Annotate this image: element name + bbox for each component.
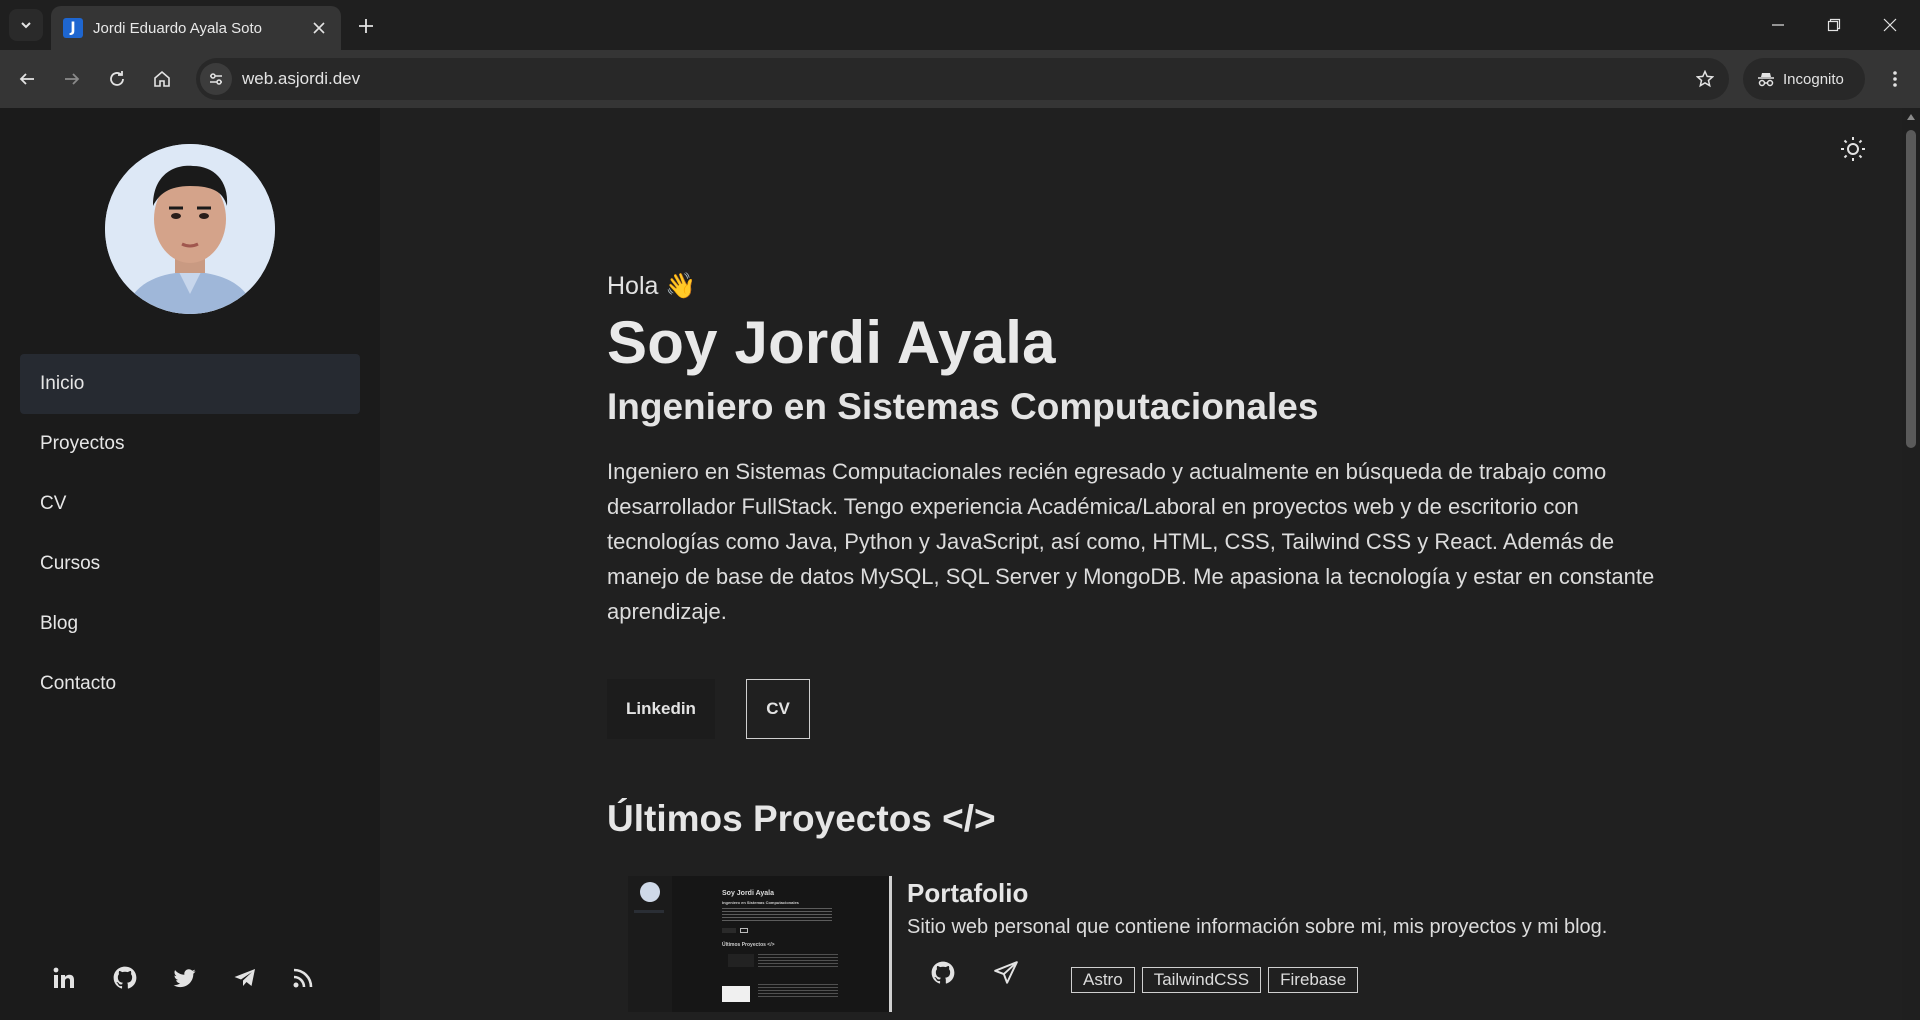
thumbnail-section-title: Últimos Proyectos </> [722, 942, 775, 948]
browser-tab-strip: J Jordi Eduardo Ayala Soto [0, 0, 1920, 50]
social-links [52, 960, 352, 996]
restore-button[interactable] [1806, 0, 1862, 50]
rss-icon [293, 968, 313, 988]
send-icon [994, 961, 1018, 984]
page-scrollbar[interactable] [1902, 108, 1920, 1020]
tab-search-button[interactable] [9, 9, 43, 41]
browser-menu-button[interactable] [1878, 62, 1912, 96]
sidebar-item-cursos[interactable]: Cursos [20, 534, 360, 594]
cv-button[interactable]: CV [746, 679, 810, 739]
sidebar-item-label: Proyectos [40, 433, 125, 454]
thumbnail-name: Soy Jordi Ayala [722, 890, 775, 897]
reload-icon [110, 71, 124, 86]
minimize-button[interactable] [1750, 0, 1806, 50]
chevron-down-icon [21, 22, 31, 29]
greeting: Hola 👋 [607, 272, 697, 300]
home-icon [154, 70, 170, 87]
close-window-button[interactable] [1862, 0, 1918, 50]
sidebar-item-inicio[interactable]: Inicio [20, 354, 360, 414]
linkedin-link[interactable] [52, 960, 112, 996]
intro-paragraph: Ingeniero en Sistemas Computacionales re… [607, 459, 1655, 624]
sidebar-item-label: Cursos [40, 553, 101, 574]
tab-close-button[interactable] [309, 18, 329, 38]
telegram-link[interactable] [232, 960, 292, 996]
scroll-up-icon[interactable] [1907, 114, 1915, 120]
site-favicon-icon: J [63, 18, 83, 38]
project-thumbnail[interactable]: Soy Jordi Ayala Ingeniero en Sistemas Co… [628, 876, 892, 1012]
reload-button[interactable] [100, 62, 134, 96]
project-title[interactable]: Portafolio [907, 878, 1028, 909]
sidebar-item-label: Inicio [40, 373, 85, 394]
sidebar-item-label: CV [40, 493, 67, 514]
theme-toggle-button[interactable] [1836, 132, 1870, 166]
scrollbar-thumb[interactable] [1906, 130, 1916, 448]
incognito-label: Incognito [1783, 70, 1844, 88]
url-text: web.asjordi.dev [242, 69, 361, 88]
sidebar-item-label: Contacto [40, 673, 117, 694]
more-vert-icon [1893, 71, 1897, 87]
project-tags: Astro TailwindCSS Firebase [1071, 967, 1359, 993]
forward-button[interactable] [55, 62, 89, 96]
rss-link[interactable] [292, 960, 352, 996]
twitter-icon [173, 969, 196, 988]
close-icon [1883, 18, 1897, 32]
close-icon [313, 22, 325, 34]
avatar [105, 144, 275, 314]
sidebar-item-label: Blog [40, 613, 79, 634]
sidebar-item-cv[interactable]: CV [20, 474, 360, 534]
linkedin-icon [53, 967, 74, 988]
project-links [930, 960, 1020, 991]
arrow-left-icon [19, 73, 34, 85]
sidebar: Inicio Proyectos CV Cursos Blog Contacto [0, 108, 380, 1020]
incognito-badge[interactable]: Incognito [1743, 58, 1865, 100]
github-icon [113, 966, 137, 989]
linkedin-button[interactable]: Linkedin [607, 679, 715, 739]
sidebar-item-proyectos[interactable]: Proyectos [20, 414, 360, 474]
tag-badge: Firebase [1268, 967, 1359, 993]
star-icon [1696, 70, 1714, 88]
tune-icon [210, 73, 222, 85]
bookmark-button[interactable] [1687, 61, 1723, 97]
projects-section-title: Últimos Proyectos </> [607, 798, 996, 839]
tag-badge: TailwindCSS [1141, 967, 1262, 993]
telegram-icon [234, 969, 255, 986]
tag-badge: Astro [1071, 967, 1135, 993]
thumbnail-role: Ingeniero en Sistemas Computacionales [722, 900, 799, 905]
project-description: Sitio web personal que contiene informac… [907, 916, 1608, 938]
site-info-button[interactable] [200, 63, 232, 95]
sun-icon [1841, 137, 1865, 161]
sidebar-item-blog[interactable]: Blog [20, 594, 360, 654]
page-title: Soy Jordi Ayala [607, 309, 1056, 376]
page-subtitle: Ingeniero en Sistemas Computacionales [607, 386, 1319, 427]
back-button[interactable] [10, 62, 44, 96]
sidebar-nav: Inicio Proyectos CV Cursos Blog Contacto [20, 354, 360, 714]
plus-icon [359, 19, 373, 33]
tab-title: Jordi Eduardo Ayala Soto [93, 19, 263, 37]
minimize-icon [1772, 24, 1784, 26]
home-button[interactable] [145, 62, 179, 96]
twitter-link[interactable] [172, 960, 232, 996]
github-link[interactable] [112, 960, 172, 996]
address-bar[interactable]: web.asjordi.dev [196, 58, 1729, 100]
restore-icon [1827, 18, 1841, 32]
project-github-link[interactable] [930, 960, 956, 991]
incognito-icon [1758, 73, 1774, 87]
sidebar-item-contacto[interactable]: Contacto [20, 654, 360, 714]
project-demo-link[interactable] [992, 960, 1020, 991]
browser-toolbar: web.asjordi.dev Incognito [0, 50, 1920, 108]
browser-tab[interactable]: J Jordi Eduardo Ayala Soto [51, 6, 341, 50]
page-viewport: Inicio Proyectos CV Cursos Blog Contacto [0, 108, 1920, 1020]
github-icon [931, 961, 955, 984]
new-tab-button[interactable] [352, 12, 380, 40]
arrow-right-icon [65, 73, 80, 85]
